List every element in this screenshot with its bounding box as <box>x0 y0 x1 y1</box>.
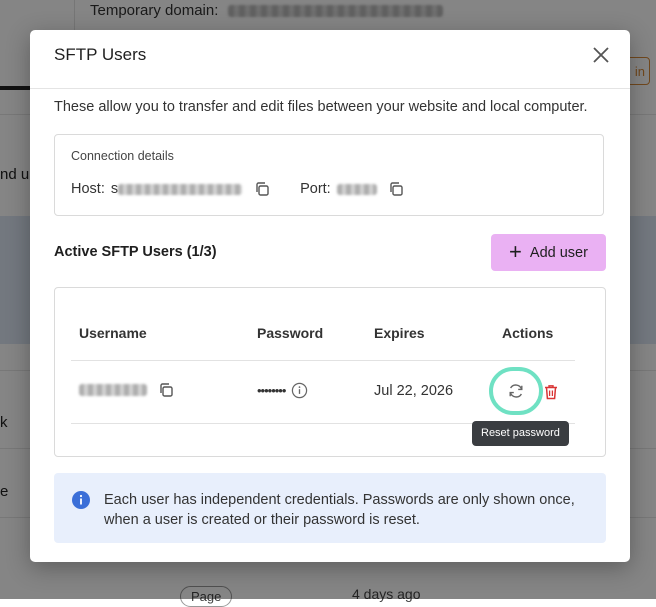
sftp-users-modal: SFTP Users These allow you to transfer a… <box>30 30 630 562</box>
column-header-username: Username <box>79 325 147 341</box>
column-header-expires: Expires <box>374 325 425 341</box>
copy-icon[interactable] <box>254 181 270 197</box>
connection-details-title: Connection details <box>71 149 174 163</box>
add-user-label: Add user <box>529 244 588 261</box>
modal-description: These allow you to transfer and edit fil… <box>54 99 588 115</box>
host-prefix: s <box>110 181 119 197</box>
column-header-actions: Actions <box>502 325 554 341</box>
table-row-password: •••••••• <box>257 382 308 399</box>
active-users-title: Active SFTP Users (1/3) <box>54 244 217 260</box>
port-label: Port: <box>300 181 331 197</box>
info-note: Each user has independent credentials. P… <box>54 473 606 543</box>
column-header-password: Password <box>257 325 324 341</box>
host-value-redacted <box>118 183 243 195</box>
table-row-expires: Jul 22, 2026 <box>374 383 454 399</box>
info-icon <box>72 491 90 509</box>
users-table: Username Password Expires Actions ••••••… <box>54 287 606 457</box>
modal-title: SFTP Users <box>54 45 147 64</box>
reset-password-button[interactable] <box>489 367 543 415</box>
trash-icon[interactable] <box>542 383 560 401</box>
table-row-username <box>79 382 174 398</box>
refresh-icon <box>509 384 523 398</box>
reset-password-tooltip: Reset password <box>472 421 569 446</box>
port-value-redacted <box>336 183 377 195</box>
info-icon[interactable] <box>291 382 308 399</box>
copy-icon[interactable] <box>158 382 174 398</box>
copy-icon[interactable] <box>388 181 404 197</box>
host-label: Host: <box>71 181 105 197</box>
username-redacted <box>79 384 147 396</box>
connection-details-row: Host: s Port: <box>71 181 404 197</box>
add-user-button[interactable]: + Add user <box>491 234 606 271</box>
close-icon[interactable] <box>590 44 612 66</box>
password-masked: •••••••• <box>257 383 286 398</box>
plus-icon: + <box>509 238 522 264</box>
info-note-text: Each user has independent credentials. P… <box>104 492 575 528</box>
connection-details-box: Connection details Host: s Port: <box>54 134 604 216</box>
